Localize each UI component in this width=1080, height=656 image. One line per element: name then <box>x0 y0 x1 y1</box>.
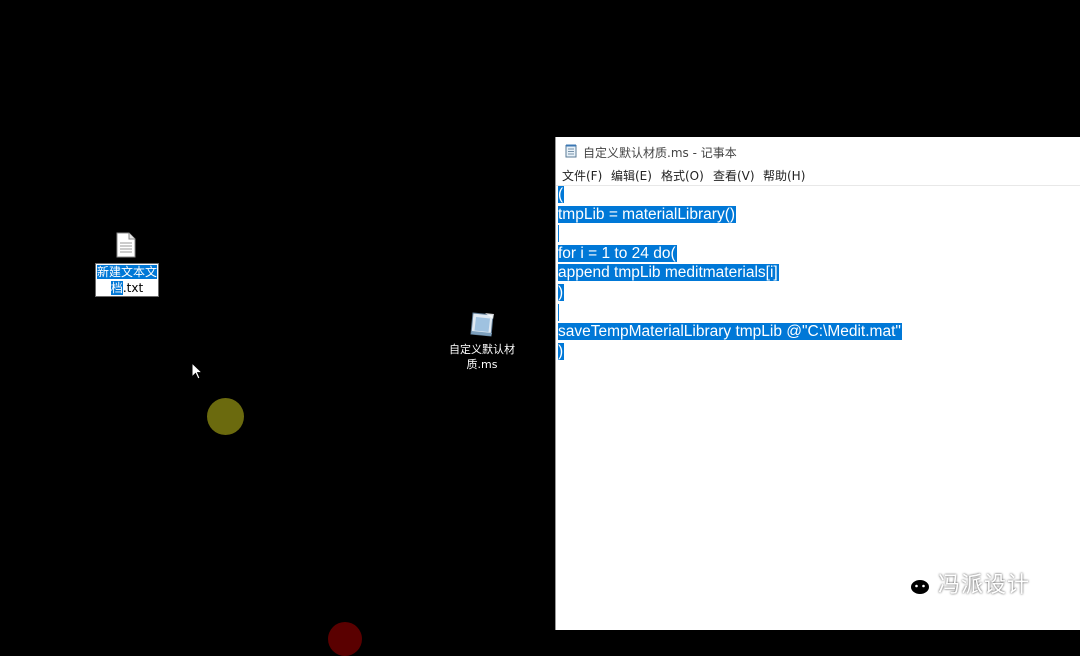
code-line: ( <box>558 186 565 203</box>
code-line: tmpLib = materialLibrary() <box>558 205 737 223</box>
code-line: ) <box>558 342 565 360</box>
click-indicator-partial <box>328 622 362 656</box>
menu-edit[interactable]: 编辑(E) <box>611 167 652 184</box>
click-indicator <box>207 398 244 435</box>
menu-view[interactable]: 查看(V) <box>713 167 755 184</box>
ms-file-label-line2: 质.ms <box>466 358 498 371</box>
desktop-icon-ms-script[interactable]: 自定义默认材 质.ms <box>445 310 519 372</box>
watermark: 冯派设计 <box>892 566 1030 600</box>
code-line: saveTempMaterialLibrary tmpLib @"C:\Medi… <box>558 323 902 341</box>
text-document-icon <box>116 232 136 258</box>
code-line <box>558 303 1080 323</box>
desktop[interactable]: 新建文本文 档.txt 自定义默认材 质.ms 自定义默认材质.ms - 记事本… <box>0 0 1080 656</box>
mouse-pointer-icon <box>191 362 203 380</box>
window-title: 自定义默认材质.ms - 记事本 <box>583 146 737 160</box>
ms-file-label-line1: 自定义默认材 <box>449 343 515 356</box>
notepad-icon <box>565 144 577 158</box>
rename-selected-text-1: 新建文本文 <box>96 265 157 279</box>
rename-extension: .txt <box>122 281 144 295</box>
rename-selected-text-2: 档 <box>110 281 123 295</box>
menu-help[interactable]: 帮助(H) <box>763 167 805 184</box>
menu-format[interactable]: 格式(O) <box>661 167 704 184</box>
wechat-icon <box>893 568 931 599</box>
rename-input[interactable]: 新建文本文 档.txt <box>95 263 159 297</box>
text-editor-area[interactable]: ( tmpLib = materialLibrary() for i = 1 t… <box>558 185 1080 630</box>
notepad-titlebar[interactable]: 自定义默认材质.ms - 记事本 <box>556 137 1080 165</box>
notepad-window[interactable]: 自定义默认材质.ms - 记事本 文件(F) 编辑(E) 格式(O) 查看(V)… <box>555 137 1080 630</box>
code-line: ) <box>558 283 565 301</box>
code-line: for i = 1 to 24 do( <box>558 244 677 262</box>
code-line <box>558 224 1080 244</box>
menu-file[interactable]: 文件(F) <box>562 167 602 184</box>
code-line: append tmpLib meditmaterials[i] <box>558 264 779 282</box>
menu-bar: 文件(F) 编辑(E) 格式(O) 查看(V) 帮助(H) <box>556 165 1080 186</box>
watermark-text: 冯派设计 <box>938 573 1031 598</box>
script-file-icon <box>470 312 494 337</box>
